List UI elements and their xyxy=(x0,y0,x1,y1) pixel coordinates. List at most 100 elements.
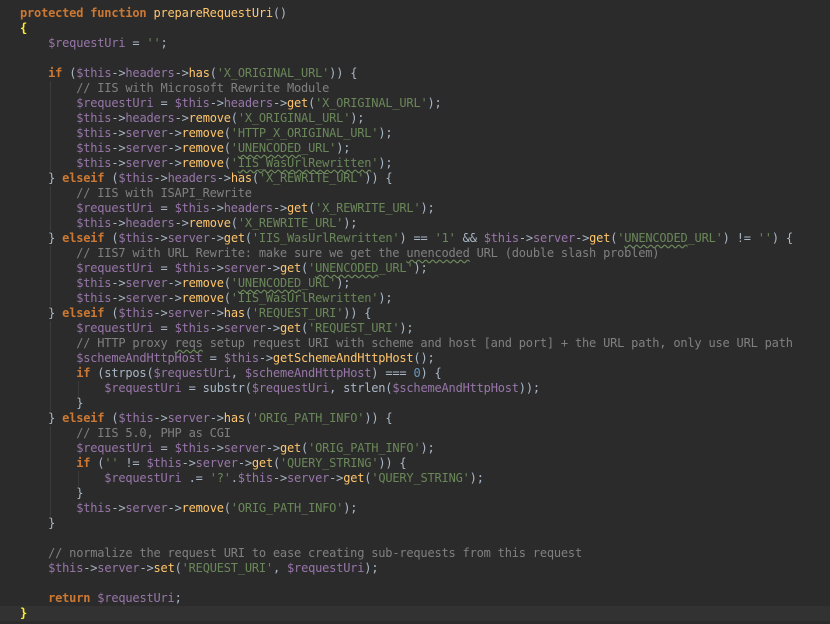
code-token: -> xyxy=(209,441,224,455)
code-token: $this xyxy=(174,96,210,110)
code-editor[interactable]: protected function prepareRequestUri(){ … xyxy=(0,0,830,624)
code-token: get xyxy=(287,96,309,110)
code-line[interactable]: // normalize the request URI to ease cre… xyxy=(0,546,830,561)
code-token: -> xyxy=(265,441,280,455)
code-token: get xyxy=(279,321,302,335)
code-line[interactable]: } xyxy=(0,396,830,411)
code-token: $this xyxy=(237,471,273,485)
code-token: prepareRequestUri xyxy=(153,6,273,20)
code-token: -> xyxy=(209,231,224,245)
code-line[interactable]: $this->server->remove('HTTP_X_ORIGINAL_U… xyxy=(0,126,830,141)
code-line[interactable]: // IIS with Microsoft Rewrite Module xyxy=(0,81,830,96)
code-token: URL (double slash problem) xyxy=(469,246,660,260)
code-token: get xyxy=(279,441,302,455)
code-line[interactable]: $this->server->remove('IIS_WasUrlRewritt… xyxy=(0,156,830,171)
code-token: -> xyxy=(111,141,126,155)
code-token: ( xyxy=(174,561,182,575)
code-line[interactable] xyxy=(0,531,830,546)
code-line[interactable]: $this->headers->remove('X_ORIGINAL_URL')… xyxy=(0,111,830,126)
code-line[interactable]: if ('' != $this->server->get('QUERY_STRI… xyxy=(0,456,830,471)
code-token: get xyxy=(223,231,245,245)
code-token: -> xyxy=(111,501,126,515)
code-token: UNENCODED xyxy=(237,141,302,155)
code-line[interactable]: $requestUri .= '?'.$this->server->get('Q… xyxy=(0,471,830,486)
code-line[interactable]: protected function prepareRequestUri() xyxy=(0,6,830,21)
code-token: 'X_ORIGINAL_URL' xyxy=(216,66,330,80)
code-token: $this xyxy=(76,141,112,155)
code-line[interactable]: $requestUri = $this->server->get('UNENCO… xyxy=(0,261,830,276)
code-line[interactable]: // IIS with ISAPI_Rewrite xyxy=(0,186,830,201)
code-token: _URL' xyxy=(378,261,414,275)
code-token: -> xyxy=(209,261,224,275)
code-line[interactable]: if (strpos($requestUri, $schemeAndHttpHo… xyxy=(0,366,830,381)
code-line[interactable]: } elseif ($this->headers->has('X_REWRITE… xyxy=(0,171,830,186)
code-token: = xyxy=(202,351,224,365)
code-line[interactable]: $this->server->remove('IIS_WasUrlRewritt… xyxy=(0,291,830,306)
code-token: headers xyxy=(167,171,217,185)
code-line[interactable]: // HTTP proxy reqs setup request URI wit… xyxy=(0,336,830,351)
code-token: ( xyxy=(230,216,238,230)
code-line[interactable] xyxy=(0,576,830,591)
code-line[interactable]: $requestUri = $this->server->get('ORIG_P… xyxy=(0,441,830,456)
indent-guide xyxy=(50,291,51,306)
code-token: ) { xyxy=(420,366,442,380)
code-line[interactable]: $requestUri = substr($requestUri, strlen… xyxy=(0,381,830,396)
code-token: -> xyxy=(181,456,196,470)
code-line[interactable]: // IIS 5.0, PHP as CGI xyxy=(0,426,830,441)
code-line[interactable] xyxy=(0,51,830,66)
code-token: )) { xyxy=(364,411,393,425)
code-token: ) { xyxy=(771,231,793,245)
code-token: $this xyxy=(174,201,210,215)
code-token: has xyxy=(223,411,245,425)
code-token: _URL' xyxy=(687,231,723,245)
code-token: )) { xyxy=(343,306,372,320)
code-token: -> xyxy=(111,216,126,230)
code-line[interactable]: } xyxy=(0,486,830,501)
code-line[interactable]: $requestUri = ''; xyxy=(0,36,830,51)
code-line[interactable]: { xyxy=(0,21,830,36)
code-token: server xyxy=(125,276,168,290)
code-token: -> xyxy=(272,201,287,215)
code-token: -> xyxy=(111,291,126,305)
code-token: ( xyxy=(223,501,231,515)
code-line[interactable]: $this->server->remove('UNENCODED_URL'); xyxy=(0,141,830,156)
code-token: -> xyxy=(265,321,280,335)
code-token: headers xyxy=(125,111,175,125)
code-line[interactable]: $this->server->remove('UNENCODED_URL'); xyxy=(0,276,830,291)
code-line[interactable]: } elseif ($this->server->get('IIS_WasUrl… xyxy=(0,231,830,246)
code-line[interactable]: $this->server->remove('ORIG_PATH_INFO'); xyxy=(0,501,830,516)
code-token: -> xyxy=(174,216,189,230)
code-line[interactable]: $requestUri = $this->server->get('REQUES… xyxy=(0,321,830,336)
code-line[interactable]: } xyxy=(0,606,830,621)
code-token: = xyxy=(125,36,147,50)
code-area[interactable]: protected function prepareRequestUri(){ … xyxy=(0,6,830,621)
code-token: -> xyxy=(265,261,280,275)
code-line[interactable]: $this->headers->remove('X_REWRITE_URL'); xyxy=(0,216,830,231)
code-line[interactable]: } elseif ($this->server->has('ORIG_PATH_… xyxy=(0,411,830,426)
code-line[interactable]: $this->server->set('REQUEST_URI', $reque… xyxy=(0,561,830,576)
code-line[interactable]: // IIS7 with URL Rewrite: make sure we g… xyxy=(0,246,830,261)
code-token: -> xyxy=(209,306,224,320)
code-token: -> xyxy=(153,171,168,185)
code-line[interactable]: return $requestUri; xyxy=(0,591,830,606)
code-line[interactable]: $requestUri = $this->headers->get('X_REW… xyxy=(0,201,830,216)
code-token: { xyxy=(20,21,28,35)
code-line[interactable]: } elseif ($this->server->has('REQUEST_UR… xyxy=(0,306,830,321)
code-line[interactable]: $schemeAndHttpHost = $this->getSchemeAnd… xyxy=(0,351,830,366)
code-token: $schemeAndHttpHost xyxy=(76,351,203,365)
code-token: )); xyxy=(518,381,540,395)
code-line[interactable]: } xyxy=(0,516,830,531)
code-token: server xyxy=(167,411,210,425)
code-token: $this xyxy=(483,231,519,245)
code-token: -> xyxy=(111,66,126,80)
code-line[interactable]: $requestUri = $this->headers->get('X_ORI… xyxy=(0,96,830,111)
code-token: remove xyxy=(188,216,231,230)
code-line[interactable]: if ($this->headers->has('X_ORIGINAL_URL'… xyxy=(0,66,830,81)
code-token: -> xyxy=(258,351,273,365)
code-token: get xyxy=(251,456,273,470)
